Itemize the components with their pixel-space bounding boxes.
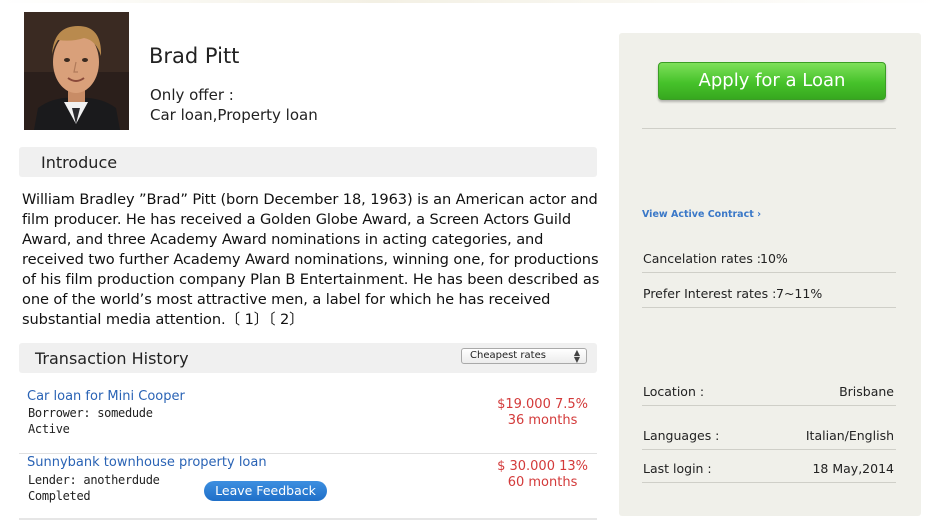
transaction-title-link[interactable]: Sunnybank townhouse property loan: [27, 455, 267, 470]
updown-arrow-icon: ▲ ▼: [573, 348, 580, 364]
lender-info-panel: Apply for a Loan View Active Contract › …: [619, 33, 921, 516]
transaction-party: Lender: anotherdude: [28, 473, 160, 487]
languages-label: Languages :: [643, 428, 720, 443]
leave-feedback-button[interactable]: Leave Feedback: [204, 481, 327, 501]
prefer-interest-rates-label: Prefer Interest rates :: [643, 286, 777, 301]
cancelation-rates-row: Cancelation rates : 10%: [642, 247, 896, 273]
cancelation-rates-value: 10%: [760, 251, 788, 266]
location-row: Location : Brisbane: [642, 380, 896, 406]
last-login-label: Last login :: [643, 461, 712, 476]
view-active-contract-link[interactable]: View Active Contract ›: [642, 209, 761, 220]
sort-select[interactable]: Cheapest rates ▲ ▼: [461, 348, 587, 364]
transaction-status: Active: [28, 422, 70, 436]
transaction-status: Completed: [28, 489, 91, 503]
transaction-amount-rate: $19.000 7.5%: [497, 397, 588, 412]
transaction-rate: $19.000 7.5% 36 months: [497, 397, 588, 429]
last-login-row: Last login : 18 May,2014: [642, 457, 896, 483]
transaction-term: 60 months: [507, 475, 578, 490]
profile-name: Brad Pitt: [149, 44, 240, 68]
location-label: Location :: [643, 384, 705, 399]
transaction-party: Borrower: somedude: [28, 406, 153, 420]
profile-photo: [24, 12, 129, 130]
divider: [642, 128, 896, 129]
prefer-interest-rates-row: Prefer Interest rates : 7~11%: [642, 282, 896, 308]
last-login-value: 18 May,2014: [812, 461, 894, 476]
transaction-history-header: Transaction History Cheapest rates ▲ ▼: [19, 343, 597, 373]
cancelation-rates-label: Cancelation rates :: [643, 251, 762, 266]
languages-row: Languages : Italian/English: [642, 424, 896, 450]
transaction-row: Car loan for Mini Cooper Borrower: somed…: [19, 380, 597, 454]
prefer-interest-rates-value: 7~11%: [776, 286, 823, 301]
bio-text: William Bradley ”Brad” Pitt (born Decemb…: [22, 191, 600, 328]
apply-for-loan-button[interactable]: Apply for a Loan: [658, 62, 886, 100]
transaction-rate: $ 30.000 13% 60 months: [497, 459, 588, 491]
transaction-history-title: Transaction History: [35, 349, 189, 368]
top-accent-line: [0, 0, 940, 3]
languages-value: Italian/English: [805, 428, 894, 443]
offer-types: Car loan,Property loan: [150, 106, 318, 124]
transaction-amount-rate: $ 30.000 13%: [497, 459, 588, 474]
transaction-row: Sunnybank townhouse property loan Lender…: [19, 446, 597, 520]
transaction-title-link[interactable]: Car loan for Mini Cooper: [27, 389, 185, 404]
transaction-term: 36 months: [507, 413, 578, 428]
introduce-header: Introduce: [19, 147, 597, 177]
location-value: Brisbane: [839, 384, 894, 399]
sort-select-value: Cheapest rates: [470, 350, 546, 361]
offer-label: Only offer :: [150, 86, 234, 104]
introduce-title: Introduce: [41, 153, 118, 172]
